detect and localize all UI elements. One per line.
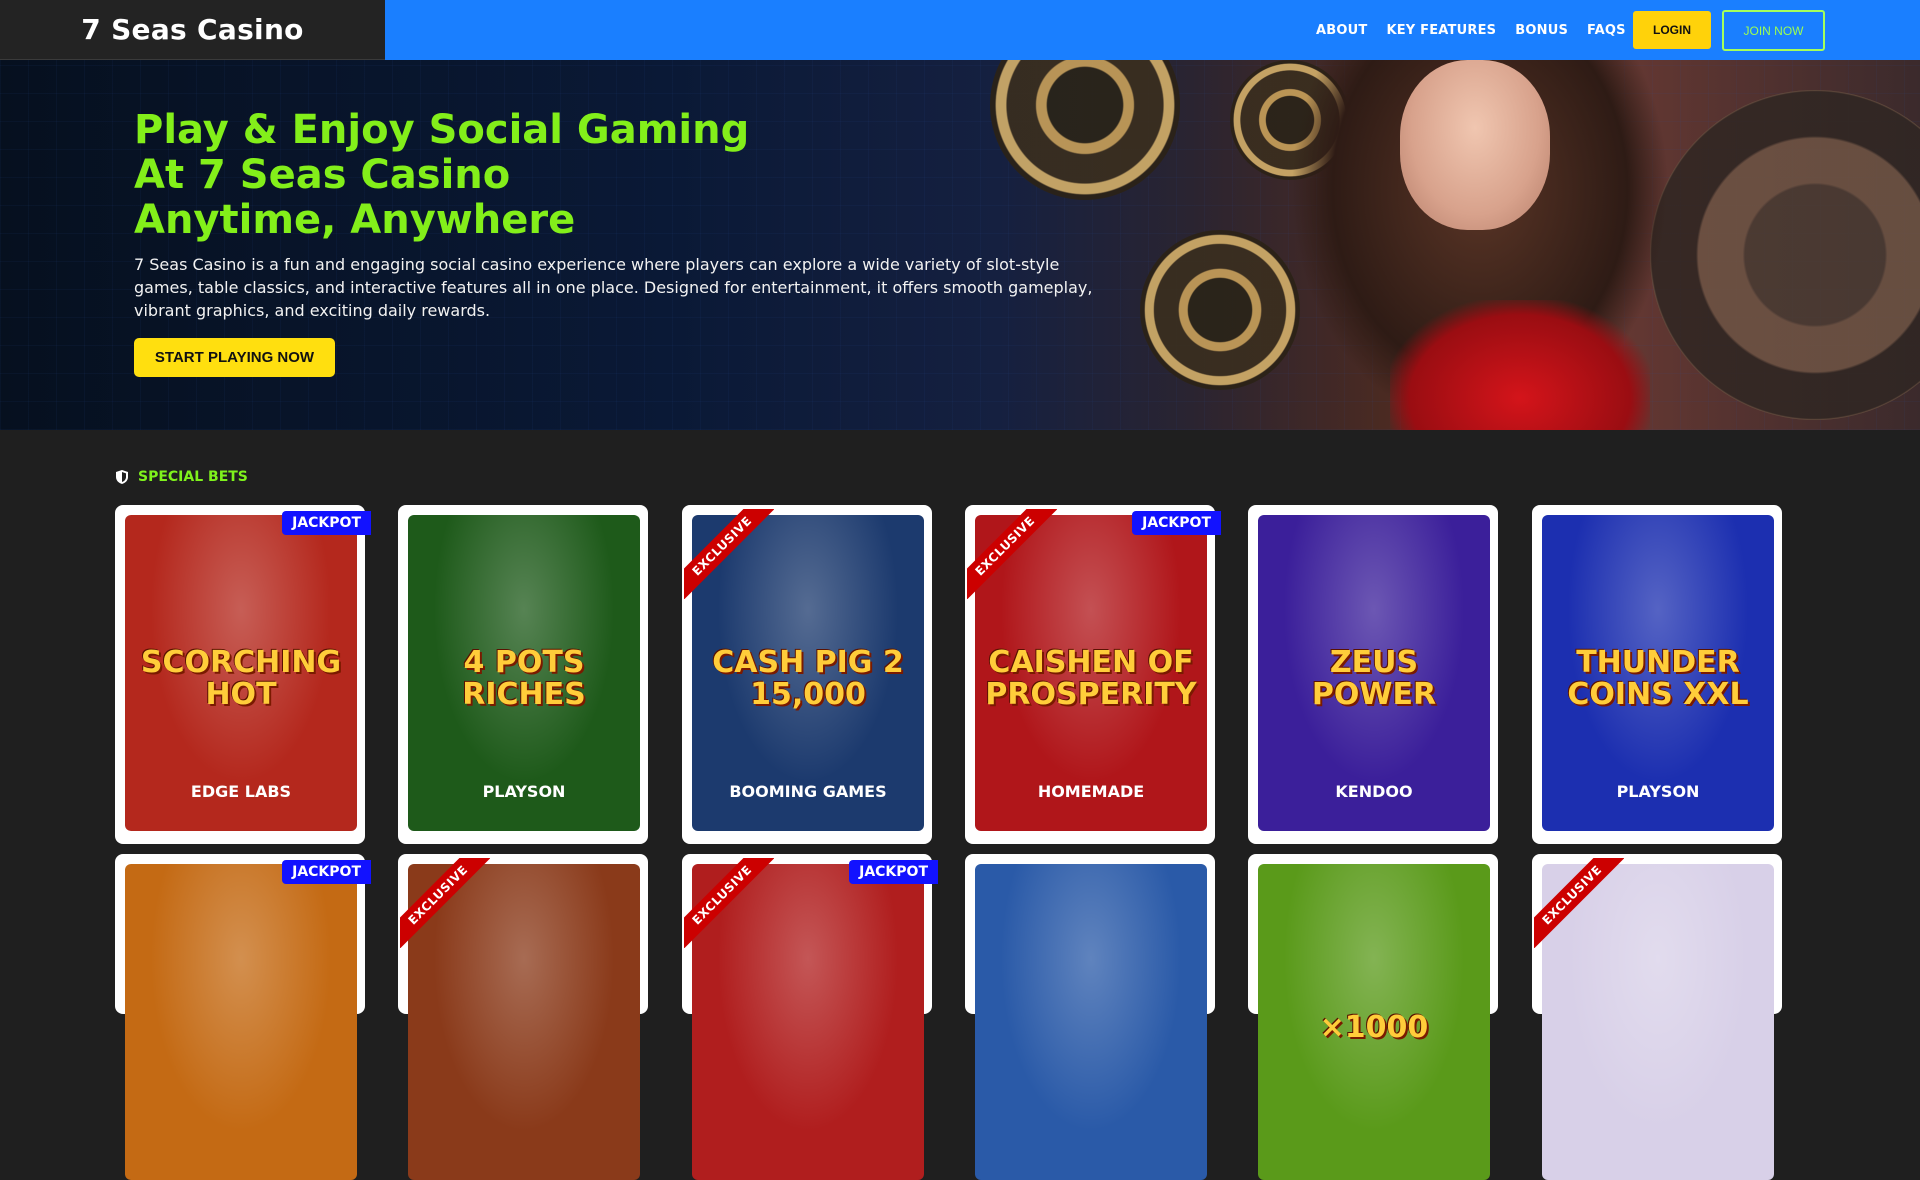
game-thumbnail[interactable]: [975, 864, 1207, 1180]
jackpot-badge: JACKPOT: [849, 860, 938, 884]
game-thumbnail[interactable]: SCORCHING HOT EDGE LABS: [125, 515, 357, 831]
casino-chip-image: [1140, 230, 1300, 390]
start-playing-button[interactable]: START PLAYING NOW: [134, 338, 335, 377]
game-thumbnail[interactable]: [125, 864, 357, 1180]
brand-logo[interactable]: 7 Seas Casino: [0, 0, 385, 60]
nav-faqs[interactable]: FAQS: [1587, 23, 1626, 38]
game-card[interactable]: [965, 854, 1215, 1180]
nav-bonus[interactable]: BONUS: [1515, 23, 1568, 38]
shield-icon: [116, 470, 128, 484]
game-card[interactable]: EXCLUSIVE: [398, 854, 648, 1180]
game-thumbnail[interactable]: THUNDER COINS XXL PLAYSON: [1542, 515, 1774, 831]
game-provider: EDGE LABS: [190, 782, 292, 801]
top-header: 7 Seas Casino ABOUT KEY FEATURES BONUS F…: [0, 0, 1920, 60]
hero-title-line: Play & Enjoy Social Gaming: [134, 107, 750, 153]
game-provider: KENDOO: [1335, 782, 1413, 801]
game-title: CAISHEN OF PROSPERITY: [985, 645, 1197, 713]
game-title: ZEUS POWER: [1311, 645, 1437, 713]
game-provider: HOMEMADE: [1037, 782, 1145, 801]
game-thumbnail[interactable]: ×1000: [1258, 864, 1490, 1180]
main-nav: ABOUT KEY FEATURES BONUS FAQS: [1316, 0, 1645, 60]
game-card[interactable]: CAISHEN OF PROSPERITY HOMEMADE JACKPOT EXCL…: [965, 505, 1221, 844]
exclusive-label: EXCLUSIVE: [400, 858, 490, 948]
hostess-dress-image: [1390, 300, 1650, 430]
nav-key-features[interactable]: KEY FEATURES: [1386, 23, 1496, 38]
exclusive-ribbon: EXCLUSIVE: [684, 858, 774, 948]
brand-name[interactable]: 7 Seas Casino: [81, 13, 303, 46]
game-card[interactable]: JACKPOT EXCLUSIVE: [682, 854, 938, 1180]
game-card[interactable]: JACKPOT: [115, 854, 371, 1180]
game-title: ×1000: [1319, 1010, 1429, 1046]
exclusive-label: EXCLUSIVE: [967, 509, 1057, 599]
exclusive-ribbon: EXCLUSIVE: [400, 858, 490, 948]
game-card[interactable]: EXCLUSIVE: [1532, 854, 1782, 1180]
special-bets-heading: SPECIAL BETS: [114, 469, 248, 485]
join-now-button[interactable]: JOIN NOW: [1722, 10, 1825, 51]
exclusive-label: EXCLUSIVE: [1534, 858, 1624, 948]
nav-about[interactable]: ABOUT: [1316, 23, 1367, 38]
game-card[interactable]: THUNDER COINS XXL PLAYSON: [1532, 505, 1782, 844]
game-card[interactable]: ×1000: [1248, 854, 1498, 1180]
hero-title-line: Anytime, Anywhere: [134, 197, 576, 243]
exclusive-ribbon: EXCLUSIVE: [684, 509, 774, 599]
game-thumbnail[interactable]: 4 POTS RICHES PLAYSON: [408, 515, 640, 831]
section-title: SPECIAL BETS: [138, 469, 248, 485]
jackpot-badge: JACKPOT: [282, 511, 371, 535]
game-title: THUNDER COINS XXL: [1567, 645, 1749, 713]
exclusive-ribbon: EXCLUSIVE: [1534, 858, 1624, 948]
game-card[interactable]: 4 POTS RICHES PLAYSON: [398, 505, 648, 844]
hostess-face-image: [1400, 60, 1550, 230]
exclusive-ribbon: EXCLUSIVE: [967, 509, 1057, 599]
login-button[interactable]: LOGIN: [1633, 11, 1711, 49]
exclusive-label: EXCLUSIVE: [684, 509, 774, 599]
hero-title: Play & Enjoy Social Gaming At 7 Seas Cas…: [134, 108, 754, 243]
game-card[interactable]: SCORCHING HOT EDGE LABS JACKPOT: [115, 505, 371, 844]
game-provider: PLAYSON: [482, 782, 566, 801]
hero-description: 7 Seas Casino is a fun and engaging soci…: [134, 255, 1093, 320]
game-thumbnail[interactable]: ZEUS POWER KENDOO: [1258, 515, 1490, 831]
hero-title-line: At 7 Seas Casino: [134, 152, 511, 198]
game-title: 4 POTS RICHES: [462, 645, 586, 713]
jackpot-badge: JACKPOT: [1132, 511, 1221, 535]
game-card[interactable]: ZEUS POWER KENDOO: [1248, 505, 1498, 844]
game-title: SCORCHING HOT: [140, 645, 342, 713]
exclusive-label: EXCLUSIVE: [684, 858, 774, 948]
game-provider: PLAYSON: [1616, 782, 1700, 801]
game-card[interactable]: CASH PIG 2 15,000 BOOMING GAMES EXCLUSIVE: [682, 505, 932, 844]
game-provider: BOOMING GAMES: [729, 782, 887, 801]
game-title: CASH PIG 2 15,000: [712, 645, 904, 713]
jackpot-badge: JACKPOT: [282, 860, 371, 884]
